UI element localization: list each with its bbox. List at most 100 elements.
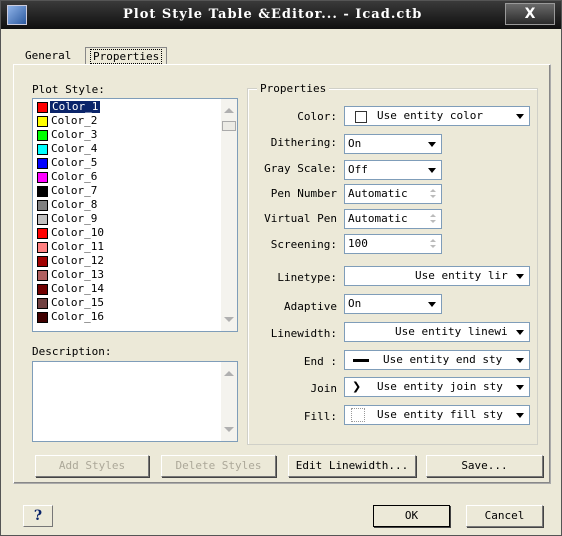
list-item[interactable]: Color_13 bbox=[35, 269, 220, 281]
list-item-label: Color_15 bbox=[51, 296, 104, 309]
color-swatch-icon bbox=[37, 242, 48, 253]
fill-pattern-icon bbox=[351, 408, 365, 422]
color-label: Color: bbox=[297, 110, 337, 123]
dithering-value: On bbox=[348, 137, 362, 150]
list-item[interactable]: Color_2 bbox=[35, 115, 220, 127]
gray-scale-value: Off bbox=[348, 163, 368, 176]
color-swatch-icon bbox=[37, 228, 48, 239]
chevron-down-icon[interactable] bbox=[513, 109, 527, 123]
list-item-label: Color_7 bbox=[51, 184, 98, 197]
plot-style-list[interactable]: Color_1 Color_2 Color_3 Color_4 Color_5 Color… bbox=[32, 98, 238, 332]
color-dropdown[interactable]: Use entity color bbox=[344, 106, 530, 126]
color-swatch-icon bbox=[37, 172, 48, 183]
delete-styles-button[interactable]: Delete Styles bbox=[161, 455, 276, 477]
linetype-dropdown[interactable]: Use entity lir bbox=[344, 266, 530, 286]
color-swatch-icon bbox=[37, 200, 48, 211]
desc-scroll-down-icon[interactable] bbox=[224, 427, 234, 432]
list-item[interactable]: Color_11 bbox=[35, 241, 220, 253]
list-item[interactable]: Color_16 bbox=[35, 311, 220, 323]
list-item[interactable]: Color_10 bbox=[35, 227, 220, 239]
color-swatch-icon bbox=[37, 256, 48, 267]
help-button[interactable]: ? bbox=[23, 505, 53, 527]
list-item-label: Color_3 bbox=[51, 128, 98, 141]
screening-stepper[interactable]: 100 bbox=[344, 234, 442, 254]
gray-scale-dropdown[interactable]: Off bbox=[344, 160, 442, 180]
list-item-label: Color_2 bbox=[51, 114, 98, 127]
color-value: Use entity color bbox=[377, 109, 483, 122]
spin-icon[interactable] bbox=[429, 212, 439, 226]
color-swatch-icon bbox=[37, 312, 48, 323]
list-item[interactable]: Color_8 bbox=[35, 199, 220, 211]
list-item-label: Color_1 bbox=[48, 100, 102, 114]
list-item[interactable]: Color_5 bbox=[35, 157, 220, 169]
list-item[interactable]: Color_15 bbox=[35, 297, 220, 309]
list-item-label: Color_9 bbox=[51, 212, 98, 225]
virtual-pen-value: Automatic bbox=[348, 212, 408, 225]
chevron-down-icon[interactable] bbox=[513, 269, 527, 283]
linewidth-dropdown[interactable]: Use entity linewi bbox=[344, 322, 530, 342]
color-swatch-icon bbox=[37, 298, 48, 309]
list-item[interactable]: Color_7 bbox=[35, 185, 220, 197]
window-title: Plot Style Table &Editor... - Icad.ctb bbox=[123, 7, 423, 22]
spin-icon[interactable] bbox=[429, 187, 439, 201]
join-label: Join bbox=[310, 382, 338, 395]
close-button[interactable]: X bbox=[505, 3, 555, 25]
spin-icon[interactable] bbox=[429, 237, 439, 251]
description-textarea[interactable] bbox=[32, 361, 238, 442]
chevron-down-icon[interactable] bbox=[513, 325, 527, 339]
list-item-label: Color_8 bbox=[51, 198, 98, 211]
list-item[interactable]: Color_4 bbox=[35, 143, 220, 155]
list-item[interactable]: Color_14 bbox=[35, 283, 220, 295]
end-dropdown[interactable]: Use entity end sty bbox=[344, 350, 530, 370]
fill-label: Fill: bbox=[303, 410, 337, 423]
list-item[interactable]: Color_12 bbox=[35, 255, 220, 267]
join-dropdown[interactable]: ❯ Use entity join sty bbox=[344, 377, 530, 397]
fill-value: Use entity fill sty bbox=[377, 408, 503, 421]
dithering-dropdown[interactable]: On bbox=[344, 134, 442, 154]
tab-properties[interactable]: Properties bbox=[85, 47, 168, 65]
color-swatch-icon bbox=[37, 270, 48, 281]
virtual-pen-stepper[interactable]: Automatic bbox=[344, 209, 442, 229]
plot-style-editor-window: Plot Style Table &Editor... - Icad.ctb X… bbox=[0, 0, 562, 536]
chevron-down-icon[interactable] bbox=[425, 137, 439, 151]
adaptive-label: Adaptive bbox=[284, 300, 337, 313]
list-item-label: Color_10 bbox=[51, 226, 104, 239]
list-item[interactable]: Color_1 bbox=[35, 100, 220, 114]
color-swatch-icon bbox=[37, 214, 48, 225]
screening-label: Screening: bbox=[270, 238, 337, 251]
chevron-down-icon[interactable] bbox=[425, 297, 439, 311]
app-icon bbox=[7, 5, 27, 25]
tab-general[interactable]: General bbox=[21, 47, 75, 65]
color-swatch-icon bbox=[37, 158, 48, 169]
list-item[interactable]: Color_3 bbox=[35, 129, 220, 141]
list-item-label: Color_16 bbox=[51, 310, 104, 323]
add-styles-button[interactable]: Add Styles bbox=[35, 455, 149, 477]
fill-dropdown[interactable]: Use entity fill sty bbox=[344, 405, 530, 425]
plot-style-scrollbar[interactable] bbox=[221, 99, 237, 331]
list-item[interactable]: Color_9 bbox=[35, 213, 220, 225]
scroll-down-icon[interactable] bbox=[224, 317, 234, 322]
save-button[interactable]: Save... bbox=[426, 455, 543, 477]
color-swatch-icon bbox=[37, 186, 48, 197]
color-swatch-icon bbox=[37, 284, 48, 295]
properties-group-title: Properties bbox=[257, 82, 330, 95]
ok-button[interactable]: OK bbox=[373, 505, 450, 527]
pen-number-stepper[interactable]: Automatic bbox=[344, 184, 442, 204]
scroll-up-icon[interactable] bbox=[224, 108, 234, 113]
chevron-down-icon[interactable] bbox=[513, 408, 527, 422]
color-swatch-icon bbox=[37, 144, 48, 155]
line-end-icon bbox=[353, 359, 369, 362]
chevron-down-icon[interactable] bbox=[425, 163, 439, 177]
cancel-button[interactable]: Cancel bbox=[466, 505, 543, 527]
chevron-down-icon[interactable] bbox=[513, 353, 527, 367]
linewidth-label: Linewidth: bbox=[270, 327, 337, 340]
description-scrollbar[interactable] bbox=[221, 362, 237, 441]
list-item[interactable]: Color_6 bbox=[35, 171, 220, 183]
list-item-label: Color_5 bbox=[51, 156, 98, 169]
adaptive-dropdown[interactable]: On bbox=[344, 294, 442, 314]
tab-properties-label: Properties bbox=[90, 49, 163, 64]
desc-scroll-up-icon[interactable] bbox=[224, 371, 234, 376]
chevron-down-icon[interactable] bbox=[513, 380, 527, 394]
scroll-thumb[interactable] bbox=[222, 121, 236, 131]
edit-linewidth-button[interactable]: Edit Linewidth... bbox=[288, 455, 416, 477]
